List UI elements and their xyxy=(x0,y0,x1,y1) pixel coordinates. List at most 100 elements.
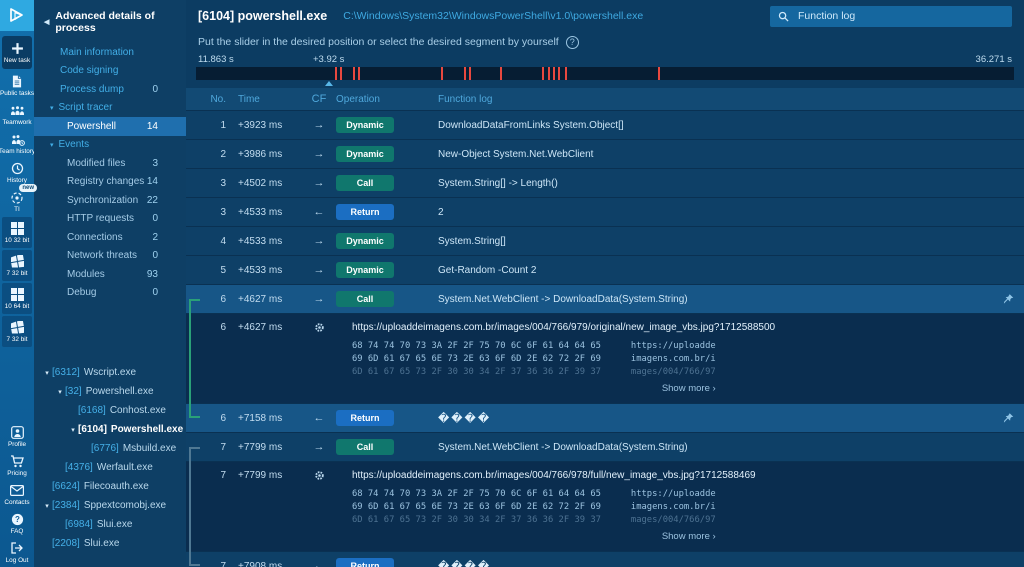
menu-item-http-requests[interactable]: HTTP requests0 xyxy=(34,210,186,229)
pin-icon[interactable] xyxy=(1003,294,1014,305)
call-return-bracket xyxy=(189,314,200,404)
function-log-row[interactable]: 3+4533 ms←Return2 xyxy=(186,198,1024,227)
function-log-row[interactable]: 7+7908 ms←Return���� xyxy=(186,552,1024,567)
function-log-detail-row[interactable]: 6+4627 mshttps://uploaddeimagens.com.br/… xyxy=(186,314,1024,404)
menu-item-connections[interactable]: Connections2 xyxy=(34,228,186,247)
tree-item-slui-exe[interactable]: [6984]Slui.exe xyxy=(34,515,186,534)
function-log-cell: System.String[] -> Length() xyxy=(422,178,1024,189)
hex-bytes: 69 6D 61 67 65 6E 73 2E 63 6F 6D 2E 62 7… xyxy=(352,501,601,514)
timeline-bar[interactable] xyxy=(196,67,1014,80)
row-no: 7 xyxy=(202,442,226,453)
menu-item-synchronization[interactable]: Synchronization22 xyxy=(34,191,186,210)
menu-item-label: Script tracer xyxy=(59,102,113,113)
rail-item-env-10-32[interactable]: 10 32 bit xyxy=(2,217,32,248)
main-panel: [6104] powershell.exe C:\Windows\System3… xyxy=(186,0,1024,567)
tree-item-powershell-exe[interactable]: ▾[6104]Powershell.exe xyxy=(34,420,186,439)
rail-item-label: FAQ xyxy=(11,528,24,535)
hex-line: 68 74 74 70 73 3A 2F 2F 75 70 6C 6F 61 6… xyxy=(352,340,716,353)
menu-item-count: 14 xyxy=(147,121,174,132)
menu-item-modules[interactable]: Modules93 xyxy=(34,265,186,284)
function-log-row[interactable]: 2+3986 ms→DynamicNew-Object System.Net.W… xyxy=(186,140,1024,169)
call-arrow-icon: → xyxy=(302,293,336,305)
operation-cell: Return xyxy=(336,204,422,220)
process-tree: ▾[6312]Wscript.exe▾[32]Powershell.exe[61… xyxy=(34,363,186,567)
function-log-row[interactable]: 4+4533 ms→DynamicSystem.String[] xyxy=(186,227,1024,256)
chevron-down-icon: ▾ xyxy=(68,426,78,434)
clock-icon xyxy=(11,162,24,175)
rail-item-pricing[interactable]: Pricing xyxy=(0,451,34,480)
rail-item-label: Team history xyxy=(0,148,35,155)
row-time: +3986 ms xyxy=(226,149,302,160)
tree-item-powershell-exe[interactable]: ▾[32]Powershell.exe xyxy=(34,382,186,401)
rail-item-label: Profile xyxy=(8,441,26,448)
rail-item-env-10-64[interactable]: 10 64 bit xyxy=(2,283,32,314)
function-log-row[interactable]: 5+4533 ms→DynamicGet-Random -Count 2 xyxy=(186,256,1024,285)
rail-item-logout[interactable]: Log Out xyxy=(0,538,34,567)
timeline-start-label: 11.863 s xyxy=(198,54,234,65)
call-return-bracket xyxy=(189,299,200,314)
call-return-bracket xyxy=(189,447,200,462)
function-log-row[interactable]: 3+4502 ms→CallSystem.String[] -> Length(… xyxy=(186,169,1024,198)
rail-item-ti[interactable]: new TI xyxy=(0,187,34,216)
operation-cell: Call xyxy=(336,291,422,307)
timeline-marker-icon[interactable] xyxy=(325,81,333,86)
function-log-row[interactable]: 1+3923 ms→DynamicDownloadDataFromLinks S… xyxy=(186,111,1024,140)
rail-item-label: TI xyxy=(14,206,20,213)
menu-item-network-threats[interactable]: Network threats0 xyxy=(34,247,186,266)
process-name: Sppextcomobj.exe xyxy=(84,500,166,511)
process-pid: [6984] xyxy=(65,519,93,530)
rail-item-history[interactable]: History xyxy=(0,158,34,187)
menu-item-debug[interactable]: Debug0 xyxy=(34,284,186,303)
rail-item-faq[interactable]: ?FAQ xyxy=(0,509,34,538)
function-log-row[interactable]: 7+7799 ms→CallSystem.Net.WebClient -> Do… xyxy=(186,433,1024,462)
rail-item-profile[interactable]: Profile xyxy=(0,422,34,451)
function-log-row[interactable]: 6+4627 ms→CallSystem.Net.WebClient -> Do… xyxy=(186,285,1024,314)
menu-item-code-signing[interactable]: Code signing xyxy=(34,62,186,81)
function-log-cell: System.String[] xyxy=(422,236,1024,247)
rail-item-new-task[interactable]: New task xyxy=(2,36,32,69)
tree-item-sppextcomobj-exe[interactable]: ▾[2384]Sppextcomobj.exe xyxy=(34,496,186,515)
menu-item-script-tracer[interactable]: ▾Script tracer xyxy=(34,99,186,118)
pin-icon[interactable] xyxy=(1003,413,1014,424)
function-log-search[interactable] xyxy=(770,6,1012,27)
timeline-labels: 11.863 s +3.92 s 36.271 s xyxy=(196,54,1014,67)
menu-item-registry-changes[interactable]: Registry changes14 xyxy=(34,173,186,192)
cart-icon xyxy=(10,455,24,468)
rail-item-team-history[interactable]: Team history xyxy=(0,129,34,158)
rail-item-env-7-32-b[interactable]: 7 32 bit xyxy=(2,316,32,347)
new-badge: new xyxy=(19,184,37,192)
tree-item-werfault-exe[interactable]: [4376]Werfault.exe xyxy=(34,458,186,477)
tree-item-conhost-exe[interactable]: [6168]Conhost.exe xyxy=(34,401,186,420)
operation-badge: Dynamic xyxy=(336,262,394,278)
rail-item-env-7-32-a[interactable]: 7 32 bit xyxy=(2,250,32,281)
operation-badge: Call xyxy=(336,291,394,307)
search-input[interactable] xyxy=(796,9,1004,23)
tree-item-filecoauth-exe[interactable]: [6624]Filecoauth.exe xyxy=(34,477,186,496)
profile-icon xyxy=(11,426,24,439)
help-icon[interactable]: ? xyxy=(566,36,579,49)
anyrun-logo-icon[interactable] xyxy=(0,0,34,31)
row-no: 1 xyxy=(202,120,226,131)
rail-item-contacts[interactable]: Contacts xyxy=(0,480,34,509)
rail-item-public-tasks[interactable]: Public tasks xyxy=(0,71,34,100)
function-log-detail-row[interactable]: 7+7799 mshttps://uploaddeimagens.com.br/… xyxy=(186,462,1024,552)
row-time: +4533 ms xyxy=(226,236,302,247)
menu-item-label: Modified files xyxy=(67,158,125,169)
row-time: +4533 ms xyxy=(226,207,302,218)
row-time: +4627 ms xyxy=(226,322,302,333)
menu-item-process-dump[interactable]: Process dump0 xyxy=(34,80,186,99)
function-log-row[interactable]: 6+7158 ms←Return���� xyxy=(186,404,1024,433)
show-more-link[interactable]: Show more › xyxy=(662,383,716,394)
tree-item-slui-exe[interactable]: [2208]Slui.exe xyxy=(34,534,186,553)
rail-item-teamwork[interactable]: Teamwork xyxy=(0,100,34,129)
menu-item-powershell[interactable]: Powershell14 xyxy=(34,117,186,136)
show-more-link[interactable]: Show more › xyxy=(662,531,716,542)
operation-badge: Dynamic xyxy=(336,117,394,133)
tree-item-wscript-exe[interactable]: ▾[6312]Wscript.exe xyxy=(34,363,186,382)
tree-item-msbuild-exe[interactable]: [6776]Msbuild.exe xyxy=(34,439,186,458)
table-header: No. Time CF Operation Function log xyxy=(186,88,1024,111)
collapse-panel-icon[interactable]: ◀ xyxy=(44,18,49,26)
menu-item-main-information[interactable]: Main information xyxy=(34,43,186,62)
menu-item-events[interactable]: ▾Events xyxy=(34,136,186,155)
menu-item-modified-files[interactable]: Modified files3 xyxy=(34,154,186,173)
